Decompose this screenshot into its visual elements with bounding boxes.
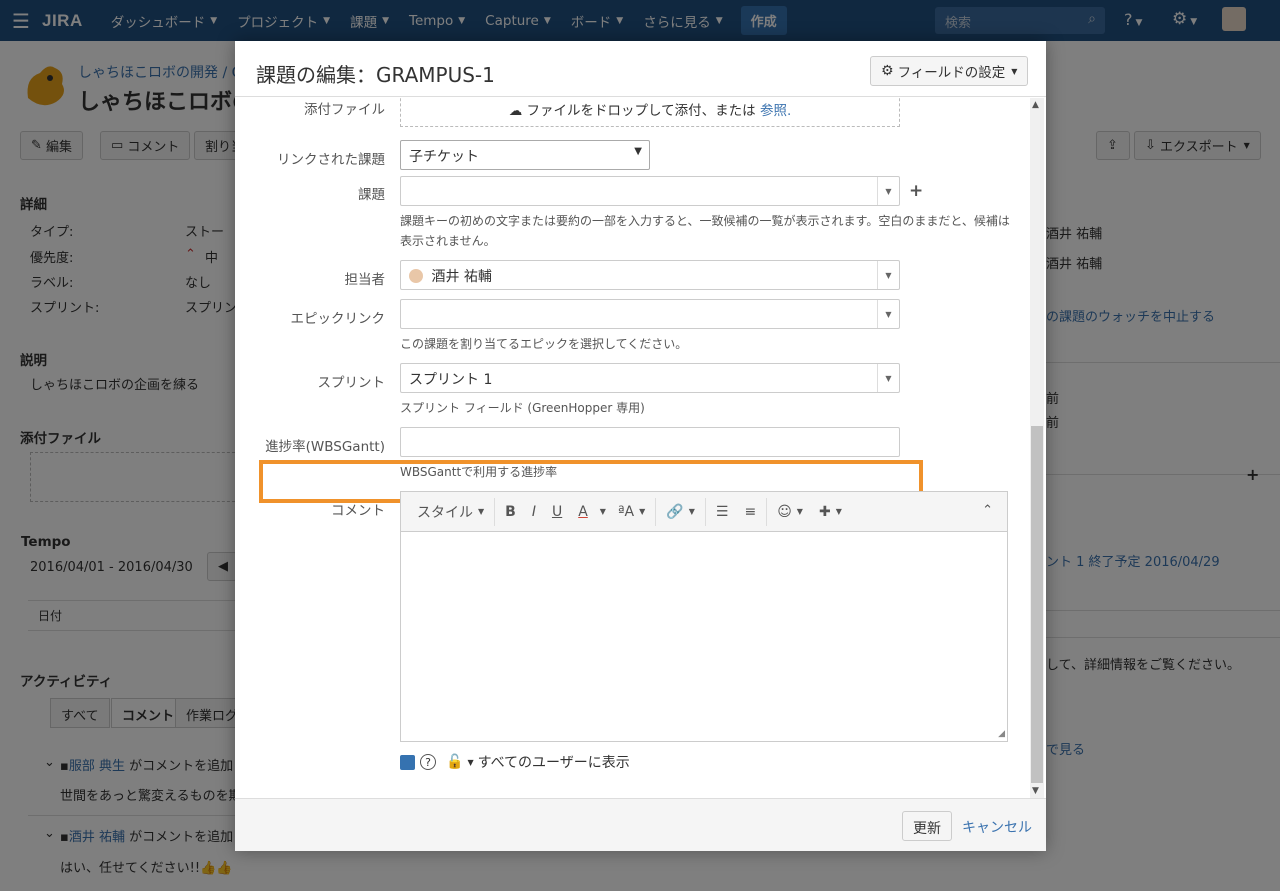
cloud-upload-icon: ☁ [508, 103, 523, 119]
linked-issues-label: リンクされた課題 [277, 152, 385, 168]
epic-link-label: エピックリンク [290, 311, 386, 327]
scroll-up-icon[interactable]: ▲ [1032, 100, 1039, 110]
attachment-drop-zone[interactable]: ☁ ファイルをドロップして添付、または 参照. [400, 98, 900, 127]
italic-icon[interactable]: I [524, 492, 544, 532]
help-icon[interactable]: ? [420, 754, 436, 770]
update-button[interactable]: 更新 [902, 811, 952, 841]
issue-label: 課題 [358, 187, 385, 203]
toolbar-divider [494, 497, 496, 526]
bullet-list-icon[interactable]: ☰ [708, 492, 737, 532]
dialog-header: 課題の編集：GRAMPUS-1 ⚙ フィールドの設定 ▼ [235, 41, 1046, 97]
edit-issue-dialog: 課題の編集：GRAMPUS-1 ⚙ フィールドの設定 ▼ 添付ファイル ☁ ファ… [235, 41, 1046, 851]
collapse-toolbar-icon[interactable]: ⌃ [982, 503, 993, 518]
scrollbar-thumb[interactable] [1031, 426, 1043, 783]
cancel-link[interactable]: キャンセル [962, 817, 1032, 837]
sprint-label: スプリント [317, 375, 386, 391]
editor-toolbar: スタイル ▼ B I U A ▼ ªA ▼ 🔗 ▼ ☰ ≡ ☺ ▼ ✚ ▼ ⌃ [401, 492, 1007, 532]
numbered-list-icon[interactable]: ≡ [736, 492, 764, 532]
avatar [409, 269, 423, 283]
style-dropdown[interactable]: スタイル ▼ [409, 492, 492, 532]
comment-editor: スタイル ▼ B I U A ▼ ªA ▼ 🔗 ▼ ☰ ≡ ☺ ▼ ✚ ▼ ⌃ ◢ [400, 491, 1008, 742]
dialog-body: 添付ファイル ☁ ファイルをドロップして添付、または 参照. リンクされた課題 … [235, 98, 1030, 798]
text-color-icon[interactable]: A [570, 492, 596, 532]
issue-help-text: 課題キーの初めの文字または要約の一部を入力すると、一致候補の一覧が表示されます。… [400, 214, 1010, 248]
text-color-dropdown[interactable]: ▼ [596, 492, 610, 532]
text-mode-icon[interactable] [400, 754, 415, 770]
field-settings-label: フィールドの設定 [897, 65, 1006, 81]
style-label: スタイル [417, 504, 473, 521]
chevron-down-icon: ▼ [835, 507, 842, 516]
field-settings-button[interactable]: ⚙ フィールドの設定 ▼ [870, 56, 1029, 86]
dialog-title: 課題の編集：GRAMPUS-1 [256, 63, 495, 87]
dropdown-toggle-icon[interactable]: ▼ [877, 261, 899, 289]
bold-icon[interactable]: B [497, 492, 524, 532]
chevron-down-icon: ▼ [796, 507, 803, 516]
link-type-value: 子チケット [409, 149, 479, 165]
chevron-down-icon: ▼ [688, 507, 695, 516]
sprint-value: スプリント 1 [409, 372, 493, 388]
drop-zone-text: ファイルをドロップして添付、または [526, 103, 756, 119]
add-issue-icon[interactable]: + [909, 181, 923, 201]
dropdown-toggle-icon[interactable]: ▼ [877, 364, 899, 392]
dialog-scrollbar[interactable]: ▲ ▼ [1030, 98, 1044, 798]
visibility-label[interactable]: すべてのユーザーに表示 [478, 752, 630, 772]
sprint-picker[interactable]: スプリント 1 ▼ [400, 363, 900, 393]
more-formatting-icon[interactable]: ªA ▼ [610, 492, 653, 532]
chevron-down-icon: ▼ [599, 507, 606, 516]
dropdown-toggle-icon[interactable]: ▼ [877, 300, 899, 328]
browse-link[interactable]: 参照. [760, 103, 791, 119]
dropdown-toggle-icon[interactable]: ▼ [877, 177, 899, 205]
chevron-down-icon: ▼ [639, 507, 646, 516]
scroll-down-icon[interactable]: ▼ [1032, 786, 1039, 796]
underline-icon[interactable]: U [544, 492, 570, 532]
comment-textarea[interactable] [401, 533, 1007, 741]
progress-help-text: WBSGanttで利用する進捗率 [400, 465, 558, 479]
insert-more-icon[interactable]: ✚ ▼ [811, 492, 850, 532]
sprint-help-text: スプリント フィールド (GreenHopper 専用) [400, 401, 645, 415]
progress-label: 進捗率(WBSGantt) [265, 439, 385, 455]
comment-label: コメント [331, 503, 385, 519]
assignee-picker[interactable]: 酒井 祐輔 ▼ [400, 260, 900, 290]
toolbar-divider [766, 497, 768, 526]
assignee-label: 担当者 [344, 272, 386, 288]
assignee-value: 酒井 祐輔 [431, 269, 492, 285]
lock-icon[interactable]: 🔓 [446, 754, 463, 770]
progress-input[interactable] [400, 427, 900, 457]
resize-handle-icon[interactable]: ◢ [998, 729, 1005, 739]
toolbar-divider [655, 497, 657, 526]
link-type-select[interactable]: 子チケット ▼ [400, 140, 650, 170]
epic-link-picker[interactable]: ▼ [400, 299, 900, 329]
comment-footer: ? 🔓 ▼ すべてのユーザーに表示 [400, 752, 630, 772]
chevron-down-icon: ▼ [634, 146, 642, 157]
link-icon[interactable]: 🔗 ▼ [658, 492, 703, 532]
dialog-footer: 更新 キャンセル [235, 798, 1046, 851]
attachment-label: 添付ファイル [304, 102, 385, 118]
gear-icon: ⚙ [881, 63, 894, 79]
toolbar-divider [704, 497, 706, 526]
chevron-down-icon: ▼ [478, 507, 485, 516]
emoticon-icon[interactable]: ☺ ▼ [769, 492, 811, 532]
epic-link-help-text: この課題を割り当てるエピックを選択してください。 [400, 337, 688, 351]
issue-picker-input[interactable]: ▼ [400, 176, 900, 206]
chevron-down-icon: ▼ [1011, 66, 1018, 76]
chevron-down-icon[interactable]: ▼ [467, 758, 473, 767]
